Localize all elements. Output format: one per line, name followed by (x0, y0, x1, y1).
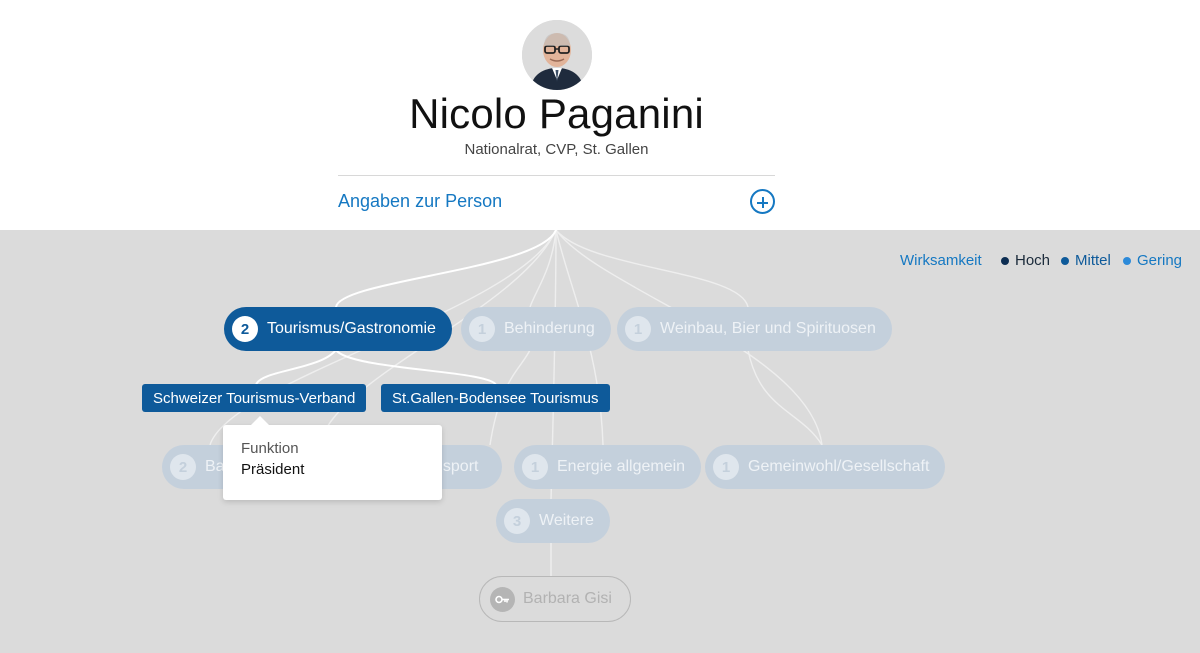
dot-icon (1123, 256, 1131, 265)
count-badge: 2 (232, 316, 258, 342)
interest-label: Tourismus/Gastronomie (267, 320, 436, 337)
tooltip-label: Funktion (241, 440, 299, 457)
tooltip-value: Präsident (241, 461, 305, 478)
person-name: Nicolo Paganini (409, 90, 704, 137)
profile-header: Nicolo Paganini Nationalrat, CVP, St. Ga… (0, 0, 1200, 230)
interest-label: Ba (205, 458, 225, 475)
count-badge: 2 (170, 454, 196, 480)
dot-icon (1001, 256, 1009, 265)
org-stgallen-bodensee-tourismus[interactable]: St.Gallen-Bodensee Tourismus (381, 384, 610, 412)
legend-label: Mittel (1075, 252, 1111, 269)
interest-energie[interactable]: 1 Energie allgemein (514, 445, 702, 489)
legend-item-hoch[interactable]: Hoch (1001, 252, 1050, 269)
avatar (522, 20, 592, 90)
org-schweizer-tourismus-verband[interactable]: Schweizer Tourismus-Verband (142, 384, 367, 412)
key-icon (490, 586, 515, 612)
interest-label: Behinderung (504, 320, 595, 337)
legend-item-gering[interactable]: Gering (1123, 252, 1182, 269)
interest-label: Gemeinwohl/Gesellschaft (748, 458, 930, 475)
count-badge: 1 (469, 316, 495, 342)
expand-plus-icon[interactable] (750, 189, 775, 214)
count-badge: 1 (522, 454, 548, 480)
count-badge: 1 (625, 316, 651, 342)
legend-label: Hoch (1015, 252, 1051, 269)
person-subtitle: Nationalrat, CVP, St. Gallen (464, 141, 649, 158)
legend-title: Wirksamkeit (900, 252, 982, 269)
legend-item-mittel[interactable]: Mittel (1061, 252, 1111, 269)
interest-weitere[interactable]: 3 Weitere (496, 499, 610, 543)
interest-label: Weinbau, Bier und Spirituosen (660, 320, 876, 337)
function-tooltip: Funktion Präsident (223, 416, 442, 500)
guest-access-pill[interactable]: Barbara Gisi (479, 576, 631, 622)
person-details-link[interactable]: Angaben zur Person (338, 191, 502, 212)
interest-label: Energie allgemein (557, 458, 686, 475)
guest-name: Barbara Gisi (523, 590, 612, 607)
legend-label: Gering (1137, 252, 1183, 269)
interest-tourismus[interactable]: 2 Tourismus/Gastronomie (224, 307, 452, 351)
divider (338, 175, 775, 176)
count-badge: 3 (504, 508, 530, 534)
interest-label: Weitere (539, 512, 594, 529)
interest-weinbau[interactable]: 1 Weinbau, Bier und Spirituosen (617, 307, 892, 351)
interest-gemeinwohl[interactable]: 1 Gemeinwohl/Gesellschaft (705, 445, 946, 489)
count-badge: 1 (713, 454, 739, 480)
interest-behinderung[interactable]: 1 Behinderung (461, 307, 611, 351)
dot-icon (1061, 256, 1069, 265)
